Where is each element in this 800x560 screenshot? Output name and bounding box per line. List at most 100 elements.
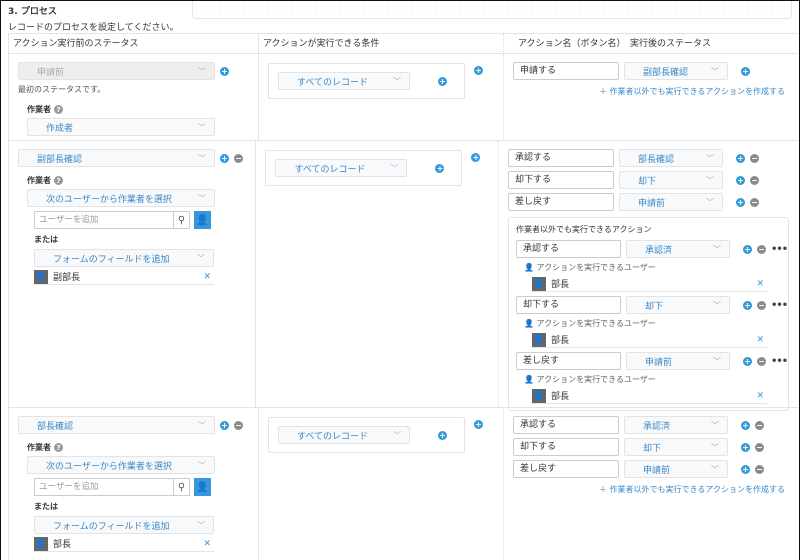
add-condition-button[interactable]: + [438, 76, 447, 86]
user-picker-icon[interactable]: 👤 [194, 211, 211, 229]
add-action-button[interactable]: + [741, 442, 750, 452]
action-name-input[interactable]: 承認する [508, 149, 614, 167]
add-condition-button[interactable]: + [435, 163, 445, 173]
next-status-select[interactable]: 却下 ﹀ [624, 438, 728, 456]
remove-action-button[interactable]: − [750, 153, 759, 163]
remove-status-button[interactable]: − [234, 153, 243, 163]
add-other-action-link[interactable]: ＋ 作業者以外でも実行できるアクションを作成する [513, 484, 785, 495]
remove-action-button[interactable]: − [755, 442, 764, 452]
remove-action-button[interactable]: − [750, 175, 759, 185]
next-status-select[interactable]: 申請前 ﹀ [626, 352, 730, 370]
close-icon[interactable]: ✕ [203, 539, 211, 549]
search-icon[interactable]: ⚲ [173, 478, 190, 496]
condition-box: すべてのレコード ﹀ + [268, 417, 465, 453]
help-icon[interactable]: ? [54, 443, 63, 452]
add-condition-group-button[interactable]: + [471, 153, 481, 162]
remove-action-button[interactable]: − [750, 197, 759, 207]
field-select[interactable]: フォームのフィールドを追加 ﹀ [34, 516, 214, 534]
next-status-select[interactable]: 却下 ﹀ [626, 296, 730, 314]
more-options-icon[interactable]: ••• [771, 300, 788, 311]
header-action-name: アクション名（ボタン名） [518, 38, 626, 49]
remove-action-button[interactable]: − [757, 244, 766, 254]
add-action-button[interactable]: + [741, 420, 750, 430]
condition-box: すべてのレコード ﹀ + [265, 150, 463, 186]
action-name-input[interactable]: 却下する [508, 171, 614, 189]
add-other-action-link[interactable]: ＋ 作業者以外でも実行できるアクションを作成する [513, 86, 785, 97]
action-name-input[interactable]: 承認する [513, 416, 619, 434]
chevron-down-icon: ﹀ [393, 431, 401, 440]
field-select[interactable]: フォームのフィールドを追加 ﹀ [34, 249, 214, 267]
condition-select[interactable]: すべてのレコード ﹀ [278, 426, 410, 444]
remove-action-button[interactable]: − [755, 464, 764, 474]
close-icon[interactable]: ✕ [756, 279, 764, 289]
next-status-select[interactable]: 承認済 ﹀ [624, 416, 728, 434]
add-condition-group-button[interactable]: + [474, 420, 483, 429]
status-select[interactable]: 副部長確認 ﹀ [18, 149, 215, 167]
action-user-chip: 👤 部長 ✕ [532, 332, 767, 348]
chevron-down-icon: ﹀ [198, 123, 206, 132]
next-status-select[interactable]: 部長確認 ﹀ [619, 149, 723, 167]
assignee-mode-select[interactable]: 次のユーザーから作業者を選択 ﹀ [27, 189, 215, 207]
add-condition-button[interactable]: + [438, 430, 447, 440]
next-status-select[interactable]: 却下 ﹀ [619, 171, 723, 189]
chevron-down-icon: ﹀ [197, 521, 205, 530]
next-status-select[interactable]: 申請前 ﹀ [619, 193, 723, 211]
add-action-button[interactable]: + [741, 66, 750, 76]
process-table: アクション実行前のステータス アクションが実行できる条件 アクション名（ボタン名… [8, 33, 798, 560]
assignee-mode-select[interactable]: 作成者 ﹀ [27, 118, 215, 136]
remove-status-button[interactable]: − [234, 420, 243, 430]
condition-select[interactable]: すべてのレコード ﹀ [278, 72, 410, 90]
chevron-down-icon: ﹀ [706, 176, 714, 185]
action-name-input[interactable]: 申請する [513, 62, 619, 80]
other-actions-panel: 作業者以外でも実行できるアクション 承認する 承認済 ﹀ + − ••• 👤 アクションを… [508, 217, 789, 411]
action-name-input[interactable]: 差し戻す [508, 193, 614, 211]
drop-area [192, 1, 792, 19]
chevron-down-icon: ﹀ [706, 198, 714, 207]
search-icon[interactable]: ⚲ [173, 211, 190, 229]
remove-action-button[interactable]: − [757, 356, 766, 366]
add-action-button[interactable]: + [743, 300, 752, 310]
help-icon[interactable]: ? [54, 176, 63, 185]
more-options-icon[interactable]: ••• [771, 244, 788, 255]
action-users-label: アクションを実行できるユーザー [536, 375, 656, 384]
add-action-button[interactable]: + [736, 175, 745, 185]
action-name-input[interactable]: 差し戻す [513, 460, 619, 478]
add-status-button[interactable]: + [220, 66, 229, 76]
user-search-input[interactable]: ユーザーを追加 [34, 478, 173, 496]
add-status-button[interactable]: + [220, 420, 229, 430]
add-action-button[interactable]: + [743, 356, 752, 366]
condition-select[interactable]: すべてのレコード ﹀ [275, 159, 408, 177]
close-icon[interactable]: ✕ [756, 391, 764, 401]
section-title: 3. プロセス [8, 7, 57, 17]
assignee-label: 作業者 [27, 105, 51, 114]
action-user-chip: 👤 部長 ✕ [532, 388, 767, 404]
add-action-button[interactable]: + [736, 197, 745, 207]
action-name-input[interactable]: 承認する [516, 240, 621, 258]
next-status-select[interactable]: 申請前 ﹀ [624, 460, 728, 478]
user-search-input[interactable]: ユーザーを追加 [34, 211, 173, 229]
user-avatar-icon: 👤 [532, 332, 546, 347]
chevron-down-icon: ﹀ [390, 164, 399, 173]
close-icon[interactable]: ✕ [203, 272, 211, 282]
add-status-button[interactable]: + [220, 153, 229, 163]
status-select[interactable]: 部長確認 ﹀ [18, 416, 215, 434]
close-icon[interactable]: ✕ [756, 335, 764, 345]
next-status-select[interactable]: 承認済 ﹀ [626, 240, 730, 258]
user-picker-icon[interactable]: 👤 [194, 478, 211, 496]
process-row: 申請前 ﹀ + 最初のステータスです。 作業者? 作成者 ﹀ すべてのレコード ﹀ + +… [9, 54, 798, 141]
next-status-select[interactable]: 副部長確認 ﹀ [624, 62, 728, 80]
add-condition-group-button[interactable]: + [474, 66, 483, 75]
remove-action-button[interactable]: − [755, 420, 764, 430]
action-user-chip: 👤 部長 ✕ [532, 276, 767, 292]
action-name-input[interactable]: 却下する [516, 296, 621, 314]
action-name-input[interactable]: 差し戻す [516, 352, 621, 370]
add-action-button[interactable]: + [741, 464, 750, 474]
assignee-mode-select[interactable]: 次のユーザーから作業者を選択 ﹀ [27, 456, 215, 474]
add-action-button[interactable]: + [736, 153, 745, 163]
action-name-input[interactable]: 却下する [513, 438, 619, 456]
add-action-button[interactable]: + [743, 244, 752, 254]
remove-action-button[interactable]: − [757, 300, 766, 310]
user-avatar-icon: 👤 [34, 269, 48, 284]
help-icon[interactable]: ? [54, 105, 63, 114]
more-options-icon[interactable]: ••• [771, 356, 788, 367]
